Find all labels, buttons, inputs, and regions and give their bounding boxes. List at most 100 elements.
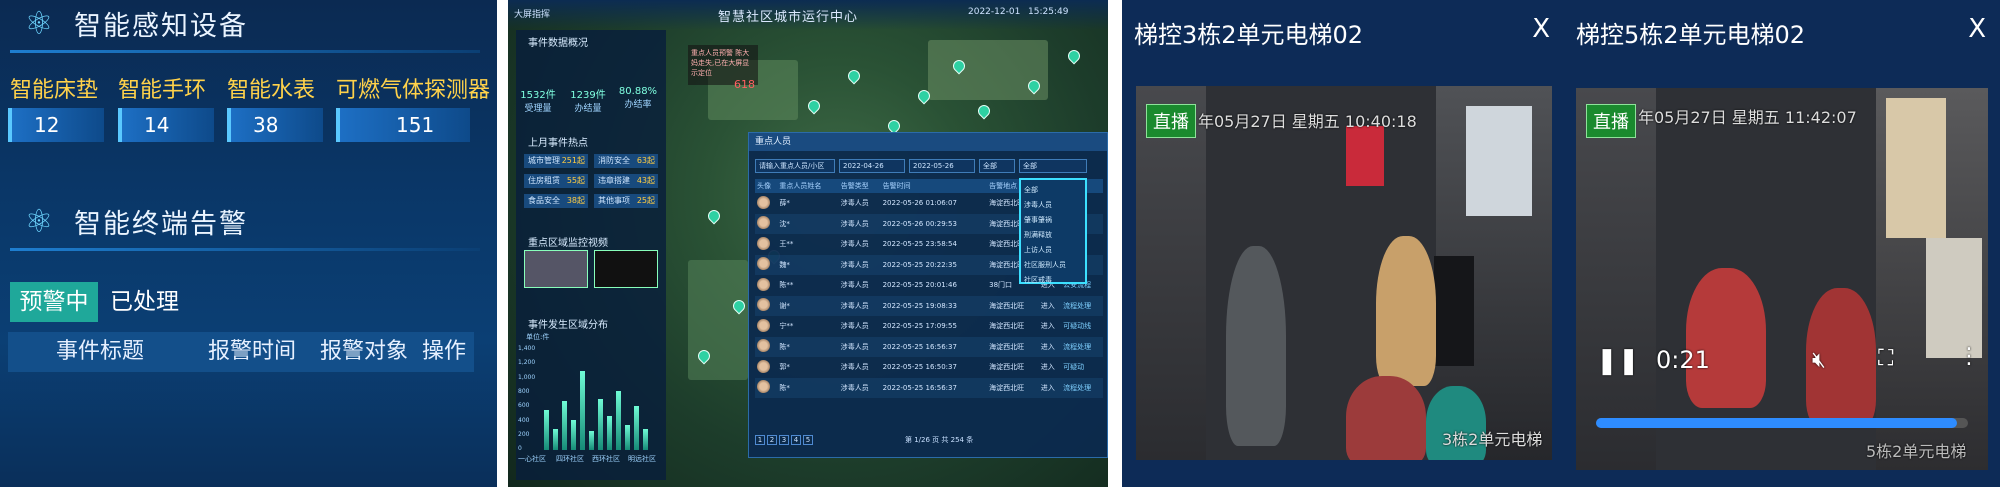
mute-icon[interactable]: 🔇︎ [1812,348,1826,373]
divider [10,50,480,53]
table-row[interactable]: 谢* 涉毒人员 2022-05-25 19:08:33 海淀西北旺 进入 流程处理 [755,295,1103,316]
close-icon[interactable]: X [1968,14,1986,44]
hot-item[interactable]: 城市管理 251起 [524,154,588,168]
fullscreen-icon[interactable]: ⛶ [1878,346,1893,371]
date-from-input[interactable]: 2022-04-26 [839,159,905,173]
action-cell[interactable]: 流程处理 [1061,336,1103,357]
key-person-modal: 重点人员 请输入重点人员/小区 2022-04-26 2022-05-26 全部… [748,132,1108,458]
date-label: 2022-12-01 [968,7,1021,17]
monitor-video-thumb[interactable] [594,250,658,288]
pause-icon[interactable]: ❚❚ [1596,346,1640,376]
chart-bar [562,401,567,450]
hot-item-label: 食品安全 [528,196,560,205]
dropdown-option[interactable]: 全部 [1024,183,1082,198]
table-cell: 涉毒人员 [838,336,881,357]
smart-device-panel: ⚛ 智能感知设备 智能床垫 智能手环 智能水表 可燃气体探测器 12 14 38… [0,0,497,487]
section-header-devices: ⚛ 智能感知设备 [0,0,470,46]
stat-value: 14 [118,108,214,142]
table-row[interactable]: 郭* 涉毒人员 2022-05-25 16:50:37 海淀西北旺 进入 可疑动 [755,357,1103,378]
camera-feed[interactable]: 直播 年05月27日 星期五 11:42:07 ❚❚ 0:21 🔇︎ ⛶ ⋮ 5… [1576,88,1988,470]
page-button[interactable]: 4 [791,435,801,445]
avatar-cell [755,234,777,255]
page-button[interactable]: 3 [779,435,789,445]
ad-sign [1346,126,1384,186]
dropdown-option[interactable]: 社区戒毒 [1024,273,1082,288]
stat-item: 80.88% 办结率 [618,86,658,110]
table-cell: 王** [779,240,794,249]
table-cell: 涉毒人员 [840,199,869,208]
live-badge: 直播 [1586,104,1636,138]
action-cell[interactable]: 流程处理 [1061,295,1103,316]
table-cell: 涉毒人员 [840,363,869,372]
hot-item[interactable]: 食品安全 38起 [524,194,588,208]
hot-item[interactable]: 违章搭建 43起 [594,174,658,188]
stat-value: 80.88% [618,86,658,97]
search-input[interactable]: 请输入重点人员/小区 [755,159,835,173]
more-options-icon[interactable]: ⋮ [1958,344,1980,369]
page-button[interactable]: 1 [755,435,765,445]
divider [10,248,480,251]
control-panel [1434,256,1474,366]
section-title-devices: 智能感知设备 [74,10,248,42]
tab-processed[interactable]: 已处理 [110,282,179,322]
table-cell: 2022-05-25 19:08:33 [880,295,988,316]
chart-bar [643,428,648,450]
column-header: 操作 [422,339,467,364]
alert-popup[interactable]: 重点人员预警 陈大妈走失,已在大屏显示定位 618 [688,45,758,91]
notice-board [1886,98,1946,238]
distribution-title: 事件发生区域分布 [528,320,608,331]
elevator-wall [1576,88,1656,470]
avatar [757,298,770,312]
stat-label: 智能床垫 [10,78,99,103]
close-icon[interactable]: X [1532,14,1550,44]
monitor-title: 重点区域监控视频 [528,238,608,249]
avatar-cell [755,193,777,214]
page-button[interactable]: 2 [767,435,777,445]
hot-item[interactable]: 其他事项 25起 [594,194,658,208]
dropdown-option[interactable]: 肇事肇祸 [1024,213,1082,228]
progress-track[interactable] [1596,418,1968,428]
table-row[interactable]: 陈* 涉毒人员 2022-05-25 16:56:37 海淀西北旺 进入 流程处理 [755,336,1103,357]
camera-feed[interactable]: 直播 年05月27日 星期五 10:40:18 3栋2单元电梯 [1136,86,1552,460]
avatar [757,318,770,332]
table-cell: 进入 [1038,336,1062,357]
dropdown-option[interactable]: 上访人员 [1024,243,1082,258]
action-cell[interactable]: 流程处理 [1061,377,1103,398]
hot-item-value: 25起 [636,196,655,205]
camera-title: 梯控5栋2单元电梯02 [1576,20,1806,49]
time-label: 15:25:49 [1028,7,1069,17]
dropdown-option[interactable]: 涉毒人员 [1024,198,1082,213]
filter-select[interactable]: 全部 [979,159,1015,173]
date-to-input[interactable]: 2022-05-26 [909,159,975,173]
hot-item[interactable]: 消防安全 63起 [594,154,658,168]
dropdown-option[interactable]: 刑满释放 [1024,228,1082,243]
table-cell: 进入 [1038,295,1062,316]
person [1376,236,1436,386]
left-info-panel: 事件数据概况 1532件 受理量 1239件 办结量 80.88% 办结率 上月事件热… [516,30,666,480]
monitor-video-thumb[interactable] [524,250,588,288]
hot-item[interactable]: 住房租赁 55起 [524,174,588,188]
y-tick-label: 800 [518,387,530,395]
table-row[interactable]: 宁** 涉毒人员 2022-05-25 17:09:55 海淀西北旺 进入 可疑动线 [755,316,1103,337]
avatar [757,277,770,291]
stat-item: 1239件 办结量 [568,86,608,114]
chart-bar [571,420,576,450]
action-cell[interactable]: 可疑动线 [1061,316,1103,337]
dropdown-option[interactable]: 社区服刑人员 [1024,258,1082,273]
y-tick-label: 600 [518,402,530,410]
y-tick-label: 400 [518,416,530,424]
person [1686,268,1766,408]
tab-warning[interactable]: 预警中 [10,282,98,322]
stat-value: 1239件 [570,90,606,101]
table-cell: 海淀西北旺 [989,363,1025,372]
top-left-label[interactable]: 大屏指挥 [514,7,550,20]
dashboard-title: 智慧社区城市运行中心 [718,10,859,25]
page-button[interactable]: 5 [803,435,813,445]
type-select[interactable]: 全部 [1019,159,1087,173]
table-cell: 进入 [1040,363,1055,372]
table-cell: 谢* [777,295,839,316]
notice-board [1466,106,1532,216]
action-cell[interactable]: 可疑动 [1061,357,1103,378]
avatar [757,359,770,373]
table-row[interactable]: 陈* 涉毒人员 2022-05-25 16:56:37 海淀西北旺 进入 流程处理 [755,377,1103,398]
